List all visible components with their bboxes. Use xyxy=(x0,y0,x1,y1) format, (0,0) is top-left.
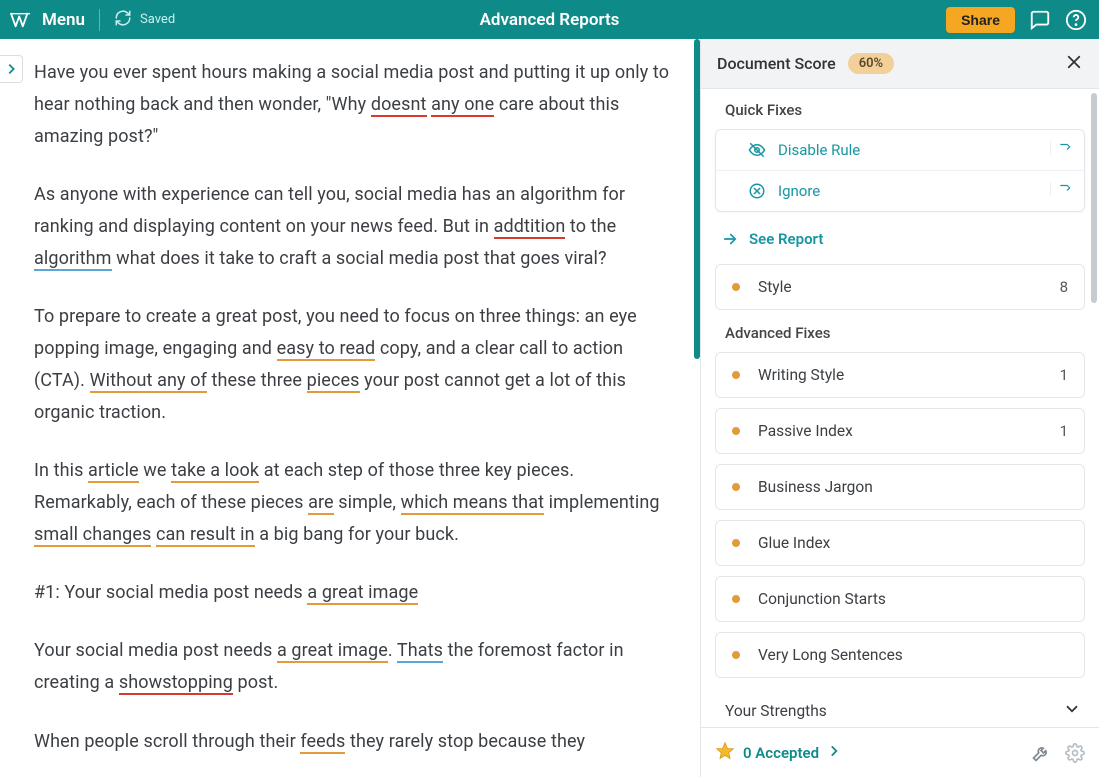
paragraph[interactable]: When people scroll through their feeds t… xyxy=(34,726,672,758)
eye-off-icon xyxy=(748,141,766,159)
spelling-error[interactable]: addtition xyxy=(494,216,566,239)
see-report-label: See Report xyxy=(749,230,823,248)
help-icon[interactable] xyxy=(1065,9,1087,31)
quick-fixes-title: Quick Fixes xyxy=(725,101,1085,119)
fix-label: Style xyxy=(758,278,792,296)
paragraph[interactable]: As anyone with experience can tell you, … xyxy=(34,179,672,275)
editor-pane: Have you ever spent hours making a socia… xyxy=(0,39,700,777)
spelling-error[interactable]: any one xyxy=(431,94,494,117)
style-hint[interactable]: feeds xyxy=(300,731,345,754)
severity-dot xyxy=(732,595,740,603)
panel-footer: 0 Accepted xyxy=(701,727,1099,777)
rule-actions-box: Disable Rule Ignore xyxy=(715,129,1085,212)
fix-label: Passive Index xyxy=(758,422,853,440)
star-icon xyxy=(715,741,735,765)
fix-label: Glue Index xyxy=(758,534,830,552)
fix-card[interactable]: Business Jargon xyxy=(715,464,1085,510)
panel-body: Quick Fixes Disable Rule Ignore xyxy=(701,89,1099,727)
action-submenu-icon[interactable] xyxy=(1050,182,1084,196)
chat-icon[interactable] xyxy=(1029,9,1051,31)
severity-dot xyxy=(732,283,740,291)
style-hint[interactable]: article xyxy=(88,460,139,483)
fix-label: Very Long Sentences xyxy=(758,646,903,664)
save-status: Saved xyxy=(114,9,175,31)
paragraph[interactable]: To prepare to create a great post, you n… xyxy=(34,301,672,429)
style-hint[interactable]: Without any of xyxy=(90,370,207,393)
editor-content[interactable]: Have you ever spent hours making a socia… xyxy=(0,39,700,777)
grammar-hint[interactable]: Thats xyxy=(397,640,443,663)
saved-label: Saved xyxy=(140,12,175,27)
cancel-icon xyxy=(748,182,766,200)
expand-panel-handle[interactable] xyxy=(0,55,23,83)
sync-icon xyxy=(114,9,132,31)
advanced-fixes-title: Advanced Fixes xyxy=(725,324,1085,342)
main-area: Have you ever spent hours making a socia… xyxy=(0,39,1099,777)
close-panel-button[interactable] xyxy=(1065,53,1083,75)
grammar-hint[interactable]: algorithm xyxy=(34,248,112,271)
severity-dot xyxy=(732,371,740,379)
style-hint[interactable]: which means that xyxy=(401,492,545,515)
disable-rule-action[interactable]: Disable Rule xyxy=(716,130,1084,170)
paragraph[interactable]: #1: Your social media post needs a great… xyxy=(34,577,672,609)
severity-dot xyxy=(732,539,740,547)
style-hint[interactable]: take a look xyxy=(171,460,259,483)
document-score-label: Document Score xyxy=(717,54,836,73)
action-label: Ignore xyxy=(778,182,820,200)
ignore-action[interactable]: Ignore xyxy=(716,170,1084,211)
fix-count: 1 xyxy=(1060,366,1068,384)
fix-label: Business Jargon xyxy=(758,478,873,496)
see-report-link[interactable]: See Report xyxy=(715,222,1085,264)
fix-card[interactable]: Glue Index xyxy=(715,520,1085,566)
severity-dot xyxy=(732,651,740,659)
menu-button[interactable]: Menu xyxy=(42,10,85,30)
fix-count: 1 xyxy=(1060,422,1068,440)
wrench-icon[interactable] xyxy=(1031,743,1051,763)
share-button[interactable]: Share xyxy=(946,7,1015,33)
fix-card[interactable]: Very Long Sentences xyxy=(715,632,1085,678)
suggestions-panel: Document Score 60% Quick Fixes Disable R… xyxy=(700,39,1099,777)
strengths-label: Your Strengths xyxy=(725,702,827,720)
style-hint[interactable]: can result in xyxy=(156,524,255,547)
fix-count: 8 xyxy=(1060,278,1068,296)
paragraph[interactable]: Have you ever spent hours making a socia… xyxy=(34,57,672,153)
settings-icon[interactable] xyxy=(1065,743,1085,763)
chevron-right-icon xyxy=(827,744,841,762)
paragraph[interactable]: Your social media post needs a great ima… xyxy=(34,635,672,699)
action-submenu-icon[interactable] xyxy=(1050,141,1084,155)
action-label: Disable Rule xyxy=(778,141,860,159)
accepted-button[interactable]: 0 Accepted xyxy=(715,741,841,765)
style-hint[interactable]: are xyxy=(308,492,334,515)
your-strengths-toggle[interactable]: Your Strengths xyxy=(715,688,1085,727)
style-hint[interactable]: a great image xyxy=(307,582,418,605)
fix-label: Writing Style xyxy=(758,366,844,384)
score-badge: 60% xyxy=(848,53,894,74)
style-hint[interactable]: easy to read xyxy=(277,338,376,361)
spelling-error[interactable]: doesnt xyxy=(371,94,427,117)
fix-card[interactable]: Passive Index 1 xyxy=(715,408,1085,454)
page-title: Advanced Reports xyxy=(480,10,620,30)
fix-card[interactable]: Conjunction Starts xyxy=(715,576,1085,622)
header-divider xyxy=(99,9,100,31)
style-hint[interactable]: pieces xyxy=(307,370,360,393)
accepted-label: 0 Accepted xyxy=(743,744,819,762)
app-header: Menu Saved Advanced Reports Share xyxy=(0,0,1099,39)
fix-card-style[interactable]: Style 8 xyxy=(715,264,1085,310)
severity-dot xyxy=(732,427,740,435)
fix-label: Conjunction Starts xyxy=(758,590,886,608)
style-hint[interactable]: small changes xyxy=(34,524,151,547)
severity-dot xyxy=(732,483,740,491)
fix-card[interactable]: Writing Style 1 xyxy=(715,352,1085,398)
style-hint[interactable]: a great image xyxy=(277,640,388,663)
spelling-error[interactable]: showstopping xyxy=(119,672,233,695)
chevron-down-icon xyxy=(1063,700,1081,722)
panel-header: Document Score 60% xyxy=(701,39,1099,89)
paragraph[interactable]: In this article we take a look at each s… xyxy=(34,455,672,551)
app-logo[interactable] xyxy=(10,11,32,29)
